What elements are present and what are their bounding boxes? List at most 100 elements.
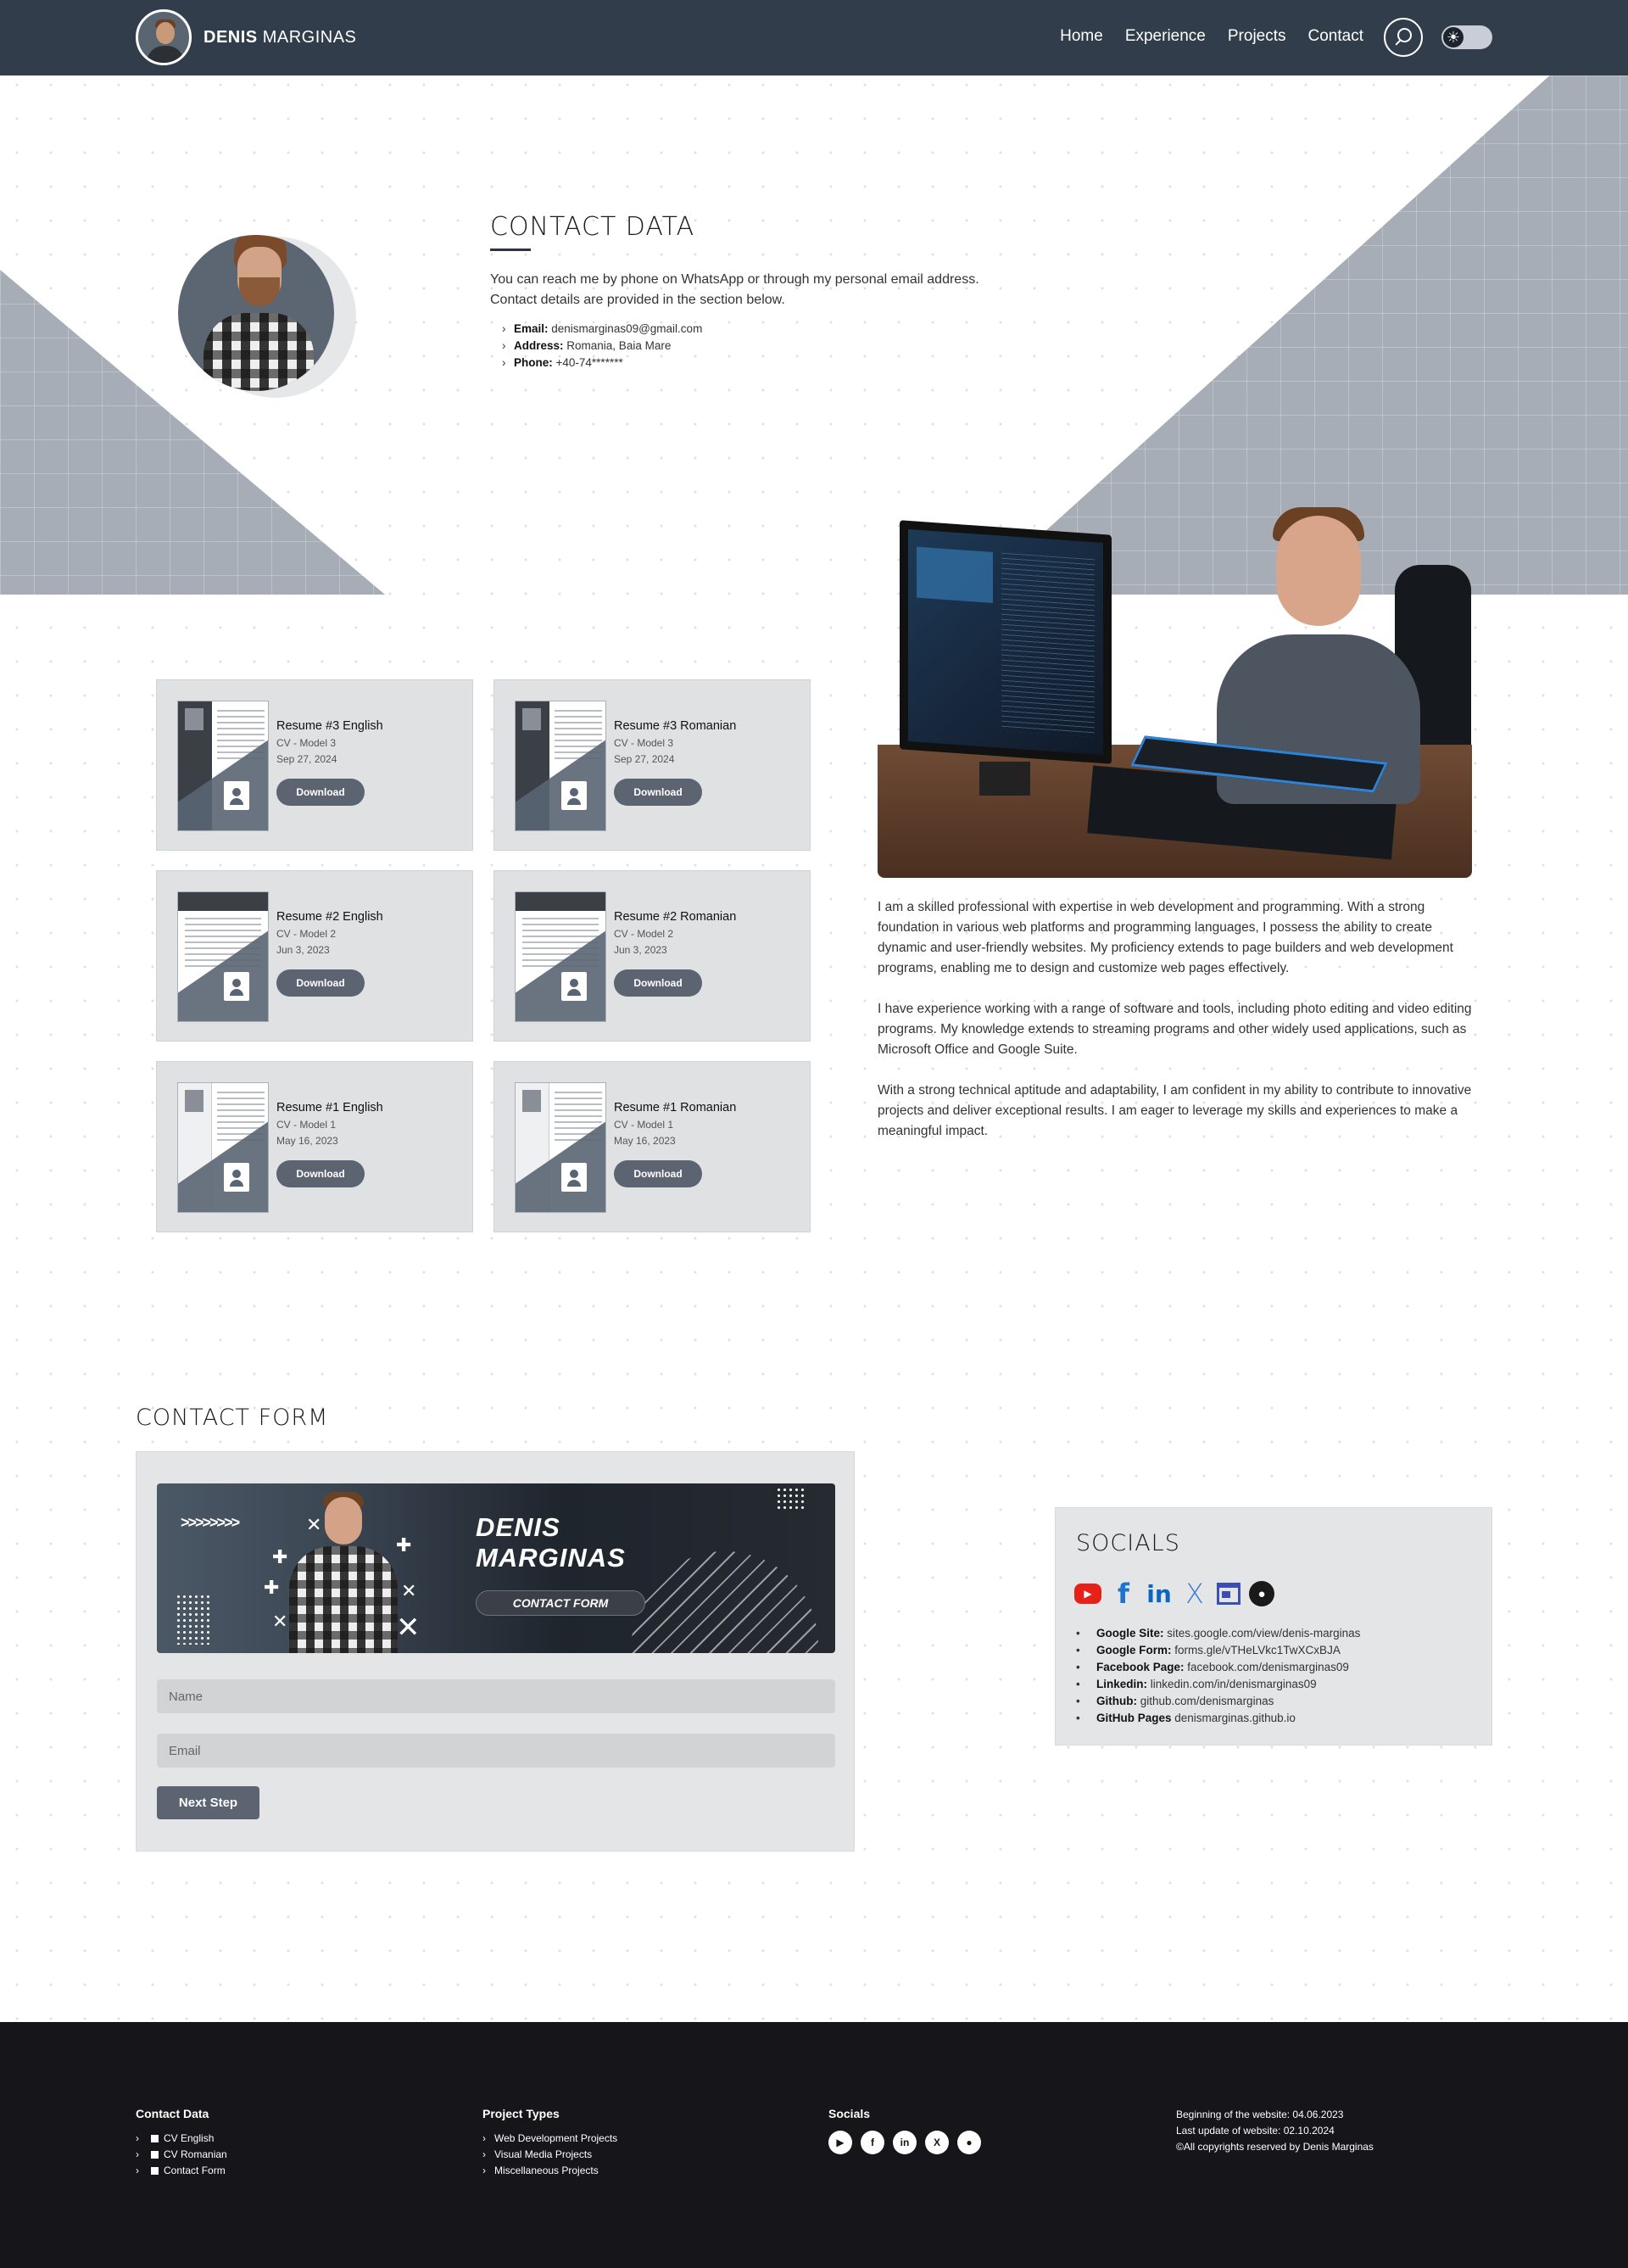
download-button[interactable]: Download bbox=[276, 1160, 365, 1187]
download-button[interactable]: Download bbox=[276, 779, 365, 806]
sun-icon: ☀ bbox=[1443, 27, 1464, 47]
download-button[interactable]: Download bbox=[614, 779, 702, 806]
facebook-icon[interactable]: f bbox=[861, 2131, 884, 2154]
linkedin-icon[interactable]: in bbox=[893, 2131, 917, 2154]
chevron-right-icon: › bbox=[136, 2148, 139, 2160]
banner-label: CONTACT FORM bbox=[476, 1590, 645, 1616]
resume-thumbnail[interactable] bbox=[177, 701, 269, 831]
nav-link-projects[interactable]: Projects bbox=[1228, 27, 1286, 46]
profile-photo bbox=[176, 208, 356, 403]
resume-title: Resume #3 Romanian bbox=[614, 719, 737, 733]
navbar: Denis Marginas Home Experience Projects … bbox=[0, 0, 1628, 75]
next-step-button[interactable]: Next Step bbox=[157, 1786, 259, 1819]
social-link-item[interactable]: Google Form: forms.gle/vTHeLVkc1TwXCxBJA bbox=[1076, 1642, 1360, 1659]
person-photo bbox=[284, 1490, 403, 1653]
resume-thumbnail[interactable] bbox=[515, 891, 606, 1022]
cross-icon: ✚ bbox=[264, 1577, 280, 1598]
about-paragraph: I am a skilled professional with experti… bbox=[878, 900, 1453, 975]
resume-model: CV - Model 3 bbox=[276, 737, 337, 749]
socials-card: Socials ▶ f in X ● Google Site: sites.go… bbox=[1055, 1507, 1492, 1746]
contact-info-list: › Email: denismarginas09@gmail.com › Addre… bbox=[502, 321, 1016, 371]
title-underline bbox=[490, 249, 531, 251]
contact-data-title: Contact Data bbox=[490, 212, 695, 242]
github-icon[interactable]: ● bbox=[1249, 1581, 1274, 1606]
about-paragraph: I have experience working with a range o… bbox=[878, 1002, 1472, 1057]
footer-socials-column: Socials ▶ f in X ● bbox=[828, 2107, 981, 2154]
nav-link-experience[interactable]: Experience bbox=[1125, 27, 1206, 46]
resume-title: Resume #2 English bbox=[276, 910, 383, 924]
resume-date: May 16, 2023 bbox=[614, 1135, 676, 1147]
chevron-right-icon: › bbox=[482, 2165, 486, 2176]
badge-icon bbox=[224, 1163, 249, 1192]
nav-link-contact[interactable]: Contact bbox=[1308, 27, 1363, 46]
download-button[interactable]: Download bbox=[614, 1160, 702, 1187]
brand-avatar bbox=[136, 9, 192, 65]
chevron-right-icon: › bbox=[482, 2148, 486, 2160]
github-icon[interactable]: ● bbox=[957, 2131, 981, 2154]
resume-thumbnail[interactable] bbox=[177, 1082, 269, 1213]
footer-link-web-projects[interactable]: › Web Development Projects bbox=[482, 2131, 617, 2147]
resume-model: CV - Model 2 bbox=[614, 928, 674, 940]
contact-form-title: Contact Form bbox=[136, 1405, 329, 1431]
footer-contact-column: Contact Data › CV English › CV Romanian › C… bbox=[136, 2107, 227, 2179]
footer-link-cv-english[interactable]: › CV English bbox=[136, 2131, 227, 2147]
badge-icon bbox=[561, 781, 587, 810]
contact-phone: › Phone: +40-74******* bbox=[502, 355, 1016, 371]
brand-first-name: Denis bbox=[204, 27, 258, 47]
chevrons-icon: >>>>>>>> bbox=[181, 1514, 240, 1531]
name-input[interactable] bbox=[157, 1679, 835, 1713]
social-link-item[interactable]: Facebook Page: facebook.com/denismargina… bbox=[1076, 1659, 1360, 1676]
footer-link-contact-form[interactable]: › Contact Form bbox=[136, 2163, 227, 2179]
footer-link-misc-projects[interactable]: › Miscellaneous Projects bbox=[482, 2163, 617, 2179]
chevron-right-icon: › bbox=[136, 2132, 139, 2144]
linkedin-icon[interactable]: in bbox=[1146, 1580, 1173, 1608]
social-link-item[interactable]: Linkedin: linkedin.com/in/denismarginas0… bbox=[1076, 1676, 1360, 1693]
resume-model: CV - Model 2 bbox=[276, 928, 337, 940]
search-button[interactable] bbox=[1384, 18, 1423, 57]
download-button[interactable]: Download bbox=[276, 969, 365, 997]
social-links-list: Google Site: sites.google.com/view/denis… bbox=[1076, 1625, 1360, 1727]
copyright-text: ©All copyrights reserved by Denis Margin… bbox=[1176, 2141, 1374, 2153]
resume-title: Resume #2 Romanian bbox=[614, 910, 737, 924]
theme-toggle[interactable]: ☀ bbox=[1441, 25, 1492, 49]
x-icon[interactable]: X bbox=[925, 2131, 949, 2154]
brand-name: Denis Marginas bbox=[204, 28, 356, 47]
facebook-icon[interactable]: f bbox=[1110, 1578, 1137, 1610]
resume-model: CV - Model 3 bbox=[614, 737, 674, 749]
document-icon bbox=[151, 2135, 159, 2142]
resume-thumbnail[interactable] bbox=[177, 891, 269, 1022]
badge-icon bbox=[561, 972, 587, 1001]
main-nav: Home Experience Projects Contact bbox=[1060, 27, 1363, 46]
youtube-icon[interactable]: ▶ bbox=[1074, 1584, 1101, 1604]
resume-title: Resume #1 English bbox=[276, 1101, 383, 1114]
chevron-right-icon: › bbox=[136, 2165, 139, 2176]
contact-intro-line1: You can reach me by phone on WhatsApp or… bbox=[490, 272, 979, 287]
footer-link-cv-romanian[interactable]: › CV Romanian bbox=[136, 2147, 227, 2163]
footer: Contact Data › CV English › CV Romanian › C… bbox=[0, 2022, 1628, 2268]
resume-model: CV - Model 1 bbox=[614, 1119, 674, 1131]
resume-card: Resume #3 English CV - Model 3 Sep 27, 2… bbox=[156, 679, 473, 851]
download-button[interactable]: Download bbox=[614, 969, 702, 997]
google-sites-icon[interactable] bbox=[1217, 1583, 1241, 1605]
email-link[interactable]: denismarginas09@gmail.com bbox=[551, 322, 702, 335]
contact-data-section: Contact Data You can reach me by phone o… bbox=[490, 212, 1016, 371]
x-icon[interactable]: X bbox=[1181, 1578, 1208, 1610]
nav-link-home[interactable]: Home bbox=[1060, 27, 1103, 46]
footer-link-media-projects[interactable]: › Visual Media Projects bbox=[482, 2147, 617, 2163]
brand-logo[interactable]: Denis Marginas bbox=[136, 9, 356, 65]
footer-notes: Beginning of the website: 04.06.2023 Las… bbox=[1176, 2107, 1374, 2155]
resume-model: CV - Model 1 bbox=[276, 1119, 337, 1131]
cross-icon: ✕ bbox=[401, 1580, 417, 1601]
email-input[interactable] bbox=[157, 1734, 835, 1768]
social-link-item[interactable]: Google Site: sites.google.com/view/denis… bbox=[1076, 1625, 1360, 1642]
resume-thumbnail[interactable] bbox=[515, 1082, 606, 1213]
website-last-update: Last update of website: 02.10.2024 bbox=[1176, 2125, 1335, 2137]
chevron-right-icon: › bbox=[502, 339, 506, 352]
contact-form-banner: >>>>>>>> ✕ ✚ ✚ ✕ ✚ ✕ ✕ DENIS MARGINAS CO… bbox=[157, 1483, 835, 1653]
resume-date: Sep 27, 2024 bbox=[614, 753, 675, 765]
resume-thumbnail[interactable] bbox=[515, 701, 606, 831]
social-link-item[interactable]: Github: github.com/denismarginas bbox=[1076, 1693, 1360, 1710]
resume-card: Resume #2 English CV - Model 2 Jun 3, 20… bbox=[156, 870, 473, 1042]
social-link-item[interactable]: GitHub Pages denismarginas.github.io bbox=[1076, 1710, 1360, 1727]
youtube-icon[interactable]: ▶ bbox=[828, 2131, 852, 2154]
